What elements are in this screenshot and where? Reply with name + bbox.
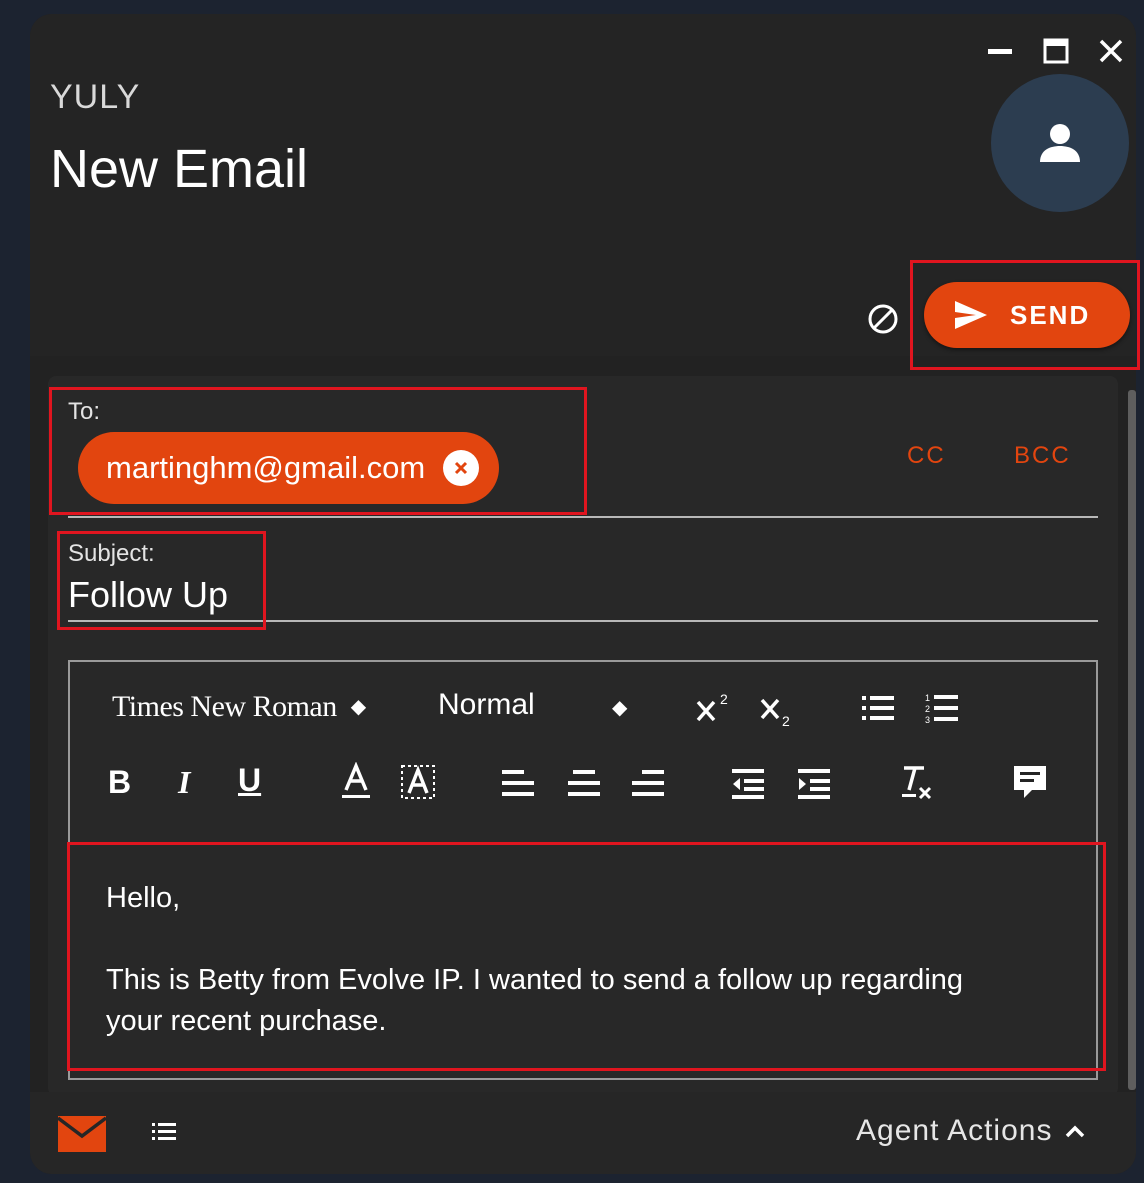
size-select-value: Normal: [438, 688, 535, 721]
recipient-chip[interactable]: martinghm@gmail.com: [78, 432, 500, 504]
footer-bar: Agent Actions: [30, 1092, 1136, 1174]
subject-label: Subject:: [68, 540, 155, 567]
font-select[interactable]: Times New Roman ◆: [112, 690, 366, 724]
compose-form: To: martinghm@gmail.com CC BCC Subject: …: [48, 376, 1118, 1096]
close-button[interactable]: [1096, 36, 1126, 66]
send-button[interactable]: SEND: [924, 282, 1130, 348]
recipient-email: martinghm@gmail.com: [106, 450, 426, 485]
cc-button[interactable]: CC: [907, 442, 946, 470]
svg-text:2: 2: [720, 691, 728, 707]
insert-comment-button[interactable]: [1010, 762, 1050, 802]
body-line: your recent purchase.: [106, 1005, 387, 1037]
bullet-list-button[interactable]: [860, 690, 900, 730]
subscript-icon: 2: [760, 698, 790, 729]
superscript-button[interactable]: 2: [694, 688, 734, 728]
comment-icon: [1014, 766, 1046, 798]
list-icon: [152, 1123, 176, 1140]
size-select[interactable]: Normal ◆: [438, 688, 638, 728]
underline-button[interactable]: U: [238, 762, 261, 799]
subject-field-underline: [68, 620, 1098, 622]
bold-button[interactable]: B: [108, 764, 131, 801]
align-right-icon: [632, 770, 664, 796]
email-body-editor[interactable]: Hello, This is Betty from Evolve IP. I w…: [70, 842, 1096, 1078]
minimize-icon: [988, 49, 1012, 54]
compose-header: YULY New Email SEND: [30, 14, 1136, 356]
indent-button[interactable]: [796, 766, 832, 802]
indent-icon: [798, 769, 830, 799]
remove-recipient-button[interactable]: [443, 450, 480, 486]
bcc-button[interactable]: BCC: [1014, 442, 1071, 470]
subject-input[interactable]: Follow Up: [68, 574, 228, 616]
email-channel-button[interactable]: [56, 1114, 108, 1154]
email-compose-window: YULY New Email SEND To: martinghm@gmail.…: [30, 14, 1136, 1174]
agent-actions-toggle[interactable]: Agent Actions: [856, 1114, 1086, 1148]
font-select-chevron-icon: ◆: [350, 696, 367, 718]
maximize-button[interactable]: [1041, 36, 1071, 66]
rich-text-editor: Times New Roman ◆ Normal ◆ 2 2 1 2 3 B I…: [68, 660, 1098, 1080]
text-color-button[interactable]: [338, 761, 374, 802]
discard-button[interactable]: [864, 300, 902, 338]
bullet-list-icon: [862, 696, 894, 720]
font-select-value: Times New Roman: [112, 690, 337, 723]
background-color-button[interactable]: [398, 762, 438, 802]
mail-icon: [56, 1116, 108, 1152]
user-icon: [1040, 124, 1080, 162]
svg-text:3: 3: [925, 715, 930, 725]
agent-actions-label: Agent Actions: [856, 1114, 1053, 1147]
align-right-button[interactable]: [630, 766, 666, 802]
to-field-underline: [68, 516, 1098, 518]
svg-text:2: 2: [925, 704, 930, 714]
close-icon: [455, 461, 468, 475]
clear-format-button[interactable]: [898, 762, 938, 802]
superscript-icon: 2: [696, 691, 728, 722]
align-center-icon: [568, 770, 600, 796]
page-title: New Email: [50, 139, 309, 199]
numbered-list-icon: 1 2 3: [925, 693, 958, 725]
subscript-button[interactable]: 2: [758, 692, 798, 732]
list-button[interactable]: [150, 1118, 180, 1148]
close-icon: [1099, 39, 1123, 63]
svg-text:1: 1: [925, 693, 930, 703]
align-center-button[interactable]: [566, 766, 602, 802]
send-label: SEND: [1010, 299, 1091, 330]
minimize-button[interactable]: [985, 36, 1015, 66]
chevron-up-icon: [1066, 1125, 1085, 1138]
editor-toolbar: Times New Roman ◆ Normal ◆ 2 2 1 2 3 B I…: [70, 662, 1096, 842]
to-label: To:: [68, 398, 101, 425]
italic-button[interactable]: I: [178, 764, 190, 801]
highlight-icon: [401, 765, 435, 799]
avatar[interactable]: [991, 74, 1129, 212]
send-icon: [955, 301, 987, 329]
clear-format-icon: [902, 766, 932, 800]
block-icon: [868, 304, 898, 334]
numbered-list-button[interactable]: 1 2 3: [924, 690, 964, 730]
body-line: Hello,: [106, 882, 181, 914]
maximize-icon: [1043, 38, 1069, 64]
form-scrollbar[interactable]: [1128, 390, 1136, 1090]
svg-text:2: 2: [782, 713, 790, 729]
organization-name: YULY: [50, 78, 141, 116]
align-left-button[interactable]: [500, 766, 536, 802]
size-select-chevron-icon: ◆: [612, 697, 628, 719]
text-color-icon: [342, 761, 370, 798]
outdent-icon: [732, 769, 764, 799]
align-left-icon: [502, 770, 534, 796]
body-line: This is Betty from Evolve IP. I wanted t…: [106, 964, 964, 996]
outdent-button[interactable]: [730, 766, 766, 802]
